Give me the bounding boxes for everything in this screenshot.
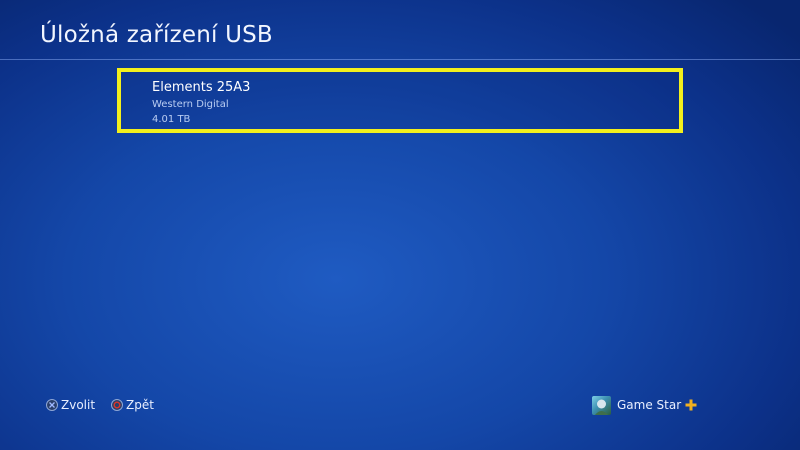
bottom-hint-bar: Zvolit Zpět Game Star — [0, 394, 800, 420]
device-capacity: 4.01 TB — [152, 114, 191, 125]
select-hint[interactable]: Zvolit — [46, 398, 95, 412]
usb-device-tile-selected[interactable]: Elements 25A3 Western Digital 4.01 TB — [117, 68, 683, 133]
select-hint-label: Zvolit — [61, 398, 96, 412]
playstation-plus-icon — [685, 399, 697, 411]
circle-button-icon — [111, 399, 123, 411]
user-indicator: Game Star — [592, 394, 697, 416]
page-title: Úložná zařízení USB — [40, 22, 273, 48]
device-name: Elements 25A3 — [152, 80, 251, 95]
device-manufacturer: Western Digital — [152, 99, 229, 110]
back-hint-label: Zpět — [126, 398, 154, 412]
user-name: Game Star — [617, 398, 682, 412]
back-hint[interactable]: Zpět — [111, 398, 154, 412]
title-divider — [0, 59, 800, 60]
cross-button-icon — [46, 399, 58, 411]
user-avatar — [592, 395, 611, 415]
